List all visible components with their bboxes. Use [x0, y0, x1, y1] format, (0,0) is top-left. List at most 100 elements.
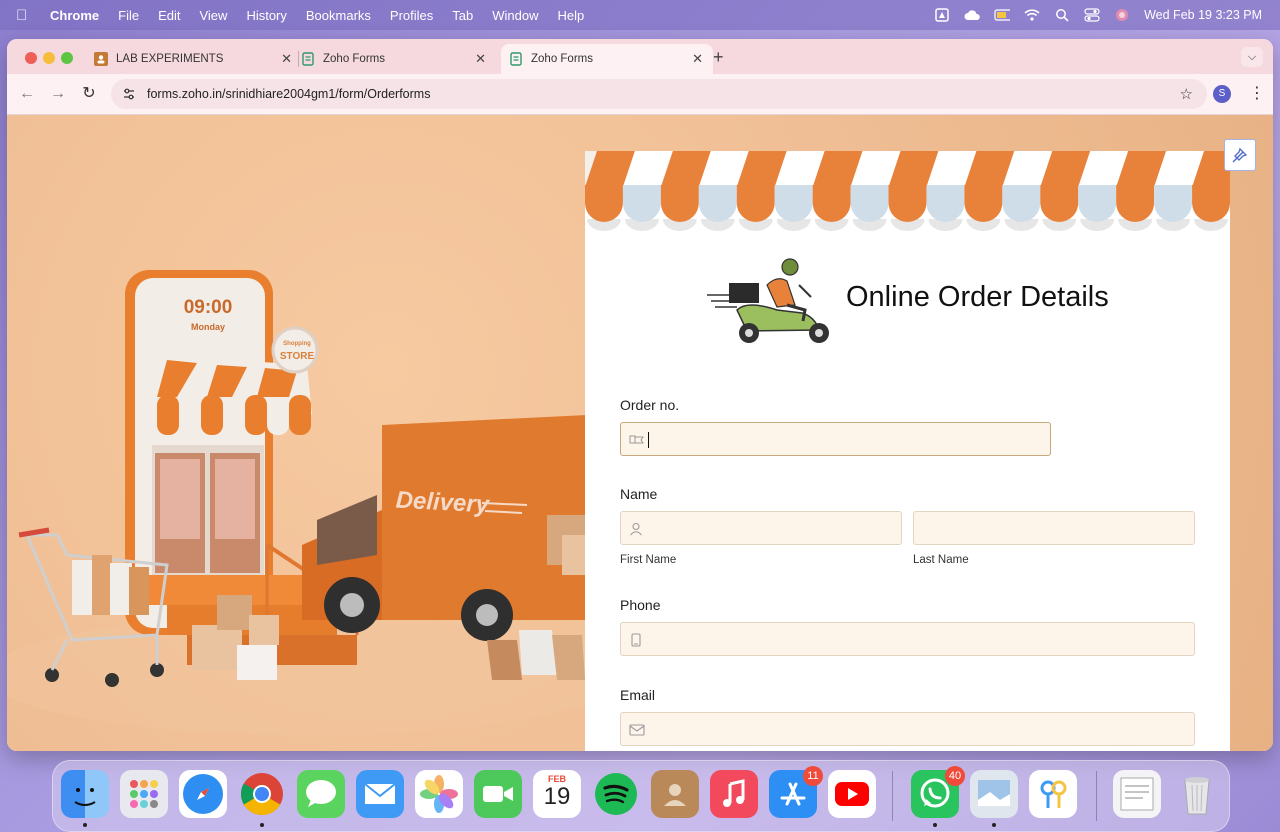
- profile-avatar[interactable]: S: [1213, 85, 1231, 103]
- form-pin-icon[interactable]: [1224, 139, 1256, 171]
- whatsapp-running-dot: [933, 823, 937, 827]
- siri-icon[interactable]: [1114, 8, 1130, 22]
- tab-close-icon[interactable]: ✕: [692, 51, 703, 67]
- back-arrow-icon[interactable]: ←: [17, 84, 37, 104]
- menu-tab[interactable]: Tab: [452, 8, 473, 23]
- first-name-sublabel: First Name: [620, 554, 677, 566]
- web-page: 09:00 Monday Shopping STORE Delivery Onl…: [7, 115, 1273, 751]
- url-text[interactable]: forms.zoho.in/srinidhiare2004gm1/form/Or…: [147, 87, 430, 101]
- site-info-icon[interactable]: [121, 86, 137, 102]
- preview-icon[interactable]: [970, 770, 1018, 818]
- order-no-field[interactable]: [620, 422, 1051, 456]
- trash-icon[interactable]: [1173, 770, 1221, 818]
- youtube-icon[interactable]: [828, 770, 876, 818]
- store-sign-line1: Shopping: [283, 341, 311, 347]
- menubar-datetime[interactable]: Wed Feb 19 3:23 PM: [1144, 8, 1262, 22]
- contacts-icon[interactable]: [651, 770, 699, 818]
- control-center-icon[interactable]: [1084, 8, 1100, 22]
- truck-delivery-label: Delivery: [395, 487, 491, 519]
- phone-field[interactable]: [620, 622, 1195, 656]
- menu-window[interactable]: Window: [492, 8, 538, 23]
- menu-view[interactable]: View: [199, 8, 227, 23]
- music-icon[interactable]: [710, 770, 758, 818]
- apple-menu-icon[interactable]: : [16, 7, 36, 24]
- finder-icon[interactable]: [61, 770, 109, 818]
- delivery-scooter-logo: [707, 258, 829, 343]
- order-no-input[interactable]: [649, 427, 1042, 453]
- phone-label: Phone: [620, 597, 661, 613]
- messages-icon[interactable]: [297, 770, 345, 818]
- forward-arrow-icon[interactable]: →: [48, 84, 68, 104]
- whatsapp-badge: 40: [945, 766, 965, 786]
- chrome-menu-icon[interactable]: ⋮: [1249, 83, 1265, 103]
- dock-separator: [892, 771, 893, 821]
- last-name-input[interactable]: [924, 516, 1168, 542]
- tab-close-icon[interactable]: ✕: [281, 51, 292, 67]
- battery-icon[interactable]: [994, 8, 1011, 22]
- email-label: Email: [620, 687, 656, 703]
- menu-edit[interactable]: Edit: [158, 8, 180, 23]
- awning-scallop: [964, 185, 1003, 222]
- new-tab-icon[interactable]: +: [713, 47, 724, 68]
- awning-scallop: [1040, 185, 1079, 222]
- passwords-icon[interactable]: [1029, 770, 1077, 818]
- menu-profiles[interactable]: Profiles: [390, 8, 433, 23]
- tab-close-icon[interactable]: ✕: [475, 51, 486, 67]
- phone-clock-day: Monday: [191, 322, 225, 332]
- bookmark-star-icon[interactable]: ☆: [1180, 85, 1193, 103]
- email-field[interactable]: [620, 712, 1195, 746]
- awning-scallop: [585, 185, 623, 222]
- calendar-icon[interactable]: FEB 19: [533, 770, 581, 818]
- tab-lab-experiments[interactable]: LAB EXPERIMENTS ✕: [87, 44, 294, 74]
- browser-window: LAB EXPERIMENTS ✕ Zoho Forms ✕ Zoho Form…: [7, 39, 1273, 751]
- cloud-icon[interactable]: [964, 8, 980, 22]
- menu-file[interactable]: File: [118, 8, 139, 23]
- facetime-icon[interactable]: [474, 770, 522, 818]
- drive-icon[interactable]: [934, 8, 950, 22]
- tab-search-chevron-icon[interactable]: ⌵: [1241, 47, 1263, 67]
- awning-scallop: [698, 185, 737, 222]
- document-thumbnail-icon[interactable]: [1113, 770, 1161, 818]
- zoom-window-button[interactable]: [61, 52, 73, 64]
- launchpad-icon[interactable]: [120, 770, 168, 818]
- menu-app-name[interactable]: Chrome: [50, 8, 99, 23]
- last-name-field[interactable]: [913, 511, 1195, 545]
- photos-icon[interactable]: [415, 770, 463, 818]
- minimize-window-button[interactable]: [43, 52, 55, 64]
- menu-bar:  Chrome File Edit View History Bookmark…: [0, 0, 1280, 30]
- menu-help[interactable]: Help: [558, 8, 585, 23]
- spotlight-search-icon[interactable]: [1054, 8, 1070, 22]
- address-bar[interactable]: forms.zoho.in/srinidhiare2004gm1/form/Or…: [111, 79, 1207, 109]
- menu-history[interactable]: History: [246, 8, 286, 23]
- chrome-icon[interactable]: [238, 770, 286, 818]
- finder-running-dot: [83, 823, 87, 827]
- preview-running-dot: [992, 823, 996, 827]
- mail-icon[interactable]: [356, 770, 404, 818]
- safari-icon[interactable]: [179, 770, 227, 818]
- email-input[interactable]: [649, 717, 1186, 743]
- close-window-button[interactable]: [25, 52, 37, 64]
- awning-scallop: [774, 185, 813, 222]
- tab-zoho-forms-1[interactable]: Zoho Forms ✕: [301, 44, 496, 74]
- reload-icon[interactable]: ↻: [79, 84, 99, 104]
- spotify-icon[interactable]: [592, 770, 640, 818]
- person-icon: [629, 522, 643, 536]
- number-tag-icon: [629, 433, 644, 447]
- zoho-forms-icon: [509, 52, 523, 66]
- whatsapp-icon[interactable]: 40: [911, 766, 965, 818]
- menu-bookmarks[interactable]: Bookmarks: [306, 8, 371, 23]
- text-caret: [648, 432, 649, 448]
- browser-toolbar: ← → ↻ forms.zoho.in/srinidhiare2004gm1/f…: [7, 74, 1273, 115]
- tab-title: Zoho Forms: [531, 53, 593, 65]
- awning-header: [585, 151, 1230, 232]
- awning-scallop: [850, 185, 889, 222]
- wifi-icon[interactable]: [1024, 8, 1040, 22]
- tab-zoho-forms-2[interactable]: Zoho Forms ✕: [501, 44, 713, 74]
- awning-scallop: [1078, 185, 1117, 222]
- first-name-field[interactable]: [620, 511, 902, 545]
- awning-scallop: [1192, 185, 1230, 222]
- awning-scallop: [736, 185, 775, 222]
- app-store-icon[interactable]: 11: [769, 766, 823, 818]
- first-name-input[interactable]: [649, 516, 893, 542]
- phone-input[interactable]: [649, 627, 1186, 653]
